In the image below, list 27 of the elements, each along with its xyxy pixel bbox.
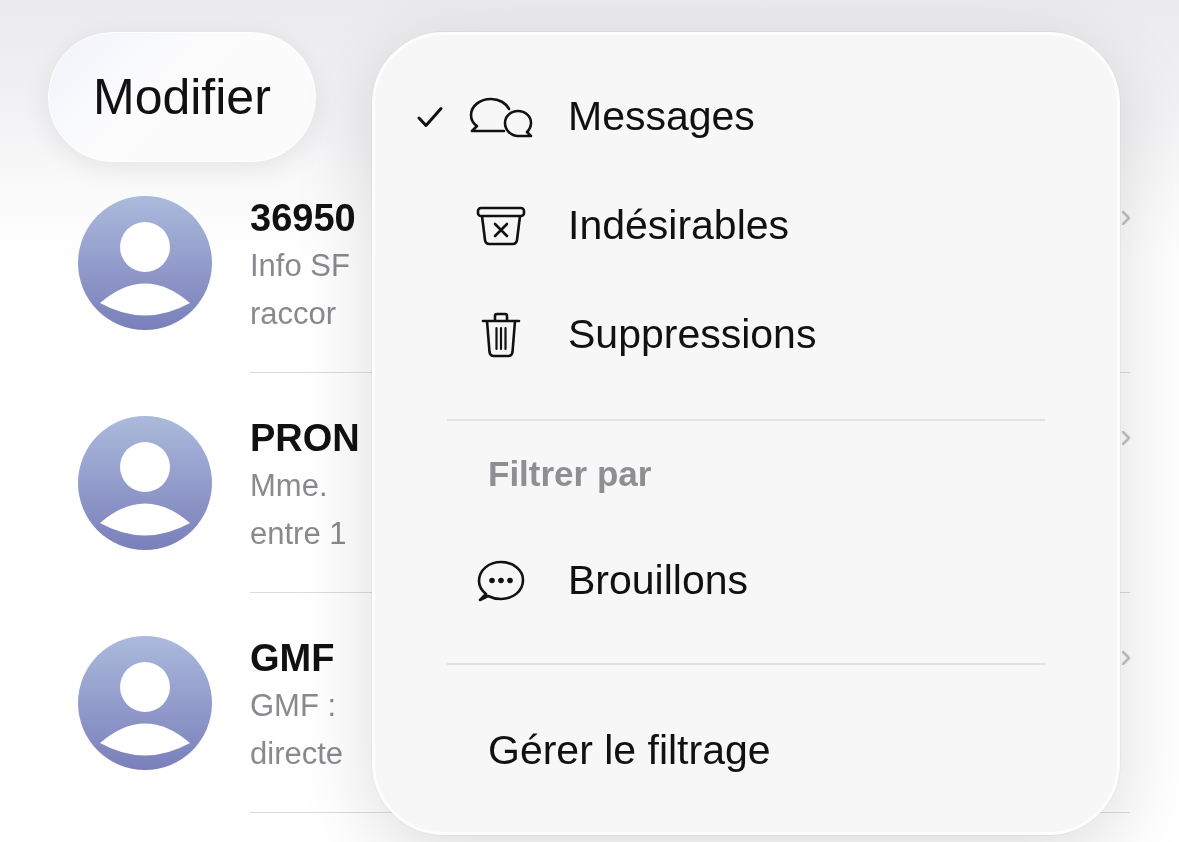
trash-icon [481,311,521,358]
message-preview: Info SF [250,247,350,285]
message-preview: entre 1 [250,515,347,553]
chevron-icon [1122,651,1130,665]
chevron-icon [1122,211,1130,225]
chat-bubble-dots-icon [476,558,526,603]
message-preview: GMF : [250,687,337,725]
avatar-icon [78,196,212,330]
avatar-icon [78,416,212,550]
junk-bin-icon [476,205,526,246]
section-header: Filtrer par [488,453,652,494]
edit-button[interactable]: Modifier [48,32,316,162]
menu-item[interactable]: Gérer le filtrage [375,696,1117,805]
contact-name: 36950 [250,196,356,241]
contact-name: GMF [250,636,335,681]
menu-item[interactable]: Messages [375,62,1117,171]
menu-item[interactable]: Brouillons [375,526,1117,635]
chat-bubbles-icon [468,95,534,138]
message-preview: raccor [250,295,337,333]
chevron-icon [1122,431,1130,445]
menu-item[interactable]: Indésirables [375,171,1117,280]
message-preview: directe [250,735,344,773]
menu-item[interactable]: Suppressions [375,280,1117,389]
check-icon [417,105,443,128]
contact-name: PRON [250,416,360,461]
avatar-icon [78,636,212,770]
message-preview: Mme. [250,467,328,505]
